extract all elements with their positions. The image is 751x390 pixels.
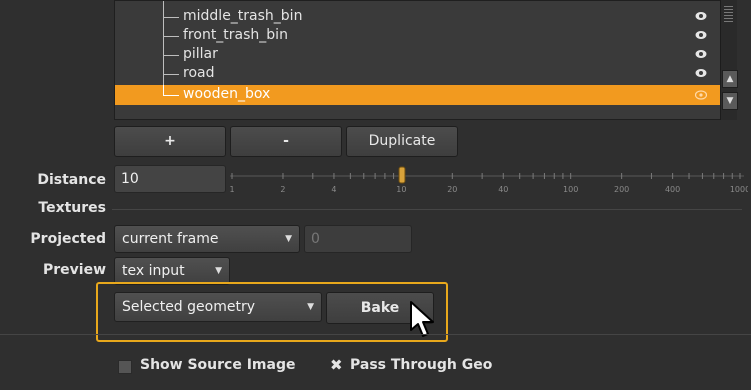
tree-connector	[163, 74, 179, 75]
projected-label: Projected	[30, 231, 106, 247]
tree-connector	[163, 55, 179, 56]
slider-tick-label: 200	[614, 185, 629, 194]
visibility-eye-icon[interactable]	[695, 68, 707, 78]
dropdown-arrow-icon: ▼	[307, 302, 314, 312]
visibility-eye-icon[interactable]	[695, 90, 707, 100]
list-item-label: wooden_box	[183, 86, 271, 102]
bake-geometry-dropdown[interactable]: Selected geometry ▼	[114, 292, 322, 322]
list-item-label: pillar	[183, 46, 218, 62]
visibility-eye-icon[interactable]	[695, 49, 707, 59]
pass-through-geo-checkbox[interactable]: ✖	[330, 356, 343, 374]
slider-tick-label: 100	[563, 185, 578, 194]
tree-connector	[163, 85, 164, 95]
distance-slider[interactable]: 1 2 4 10 20 40 100 200 400 1000	[228, 160, 748, 200]
slider-tick-label: 1	[229, 185, 234, 194]
slider-tick-label: 1000	[730, 185, 748, 194]
distance-label: Distance	[37, 172, 106, 188]
visibility-eye-icon[interactable]	[695, 30, 707, 40]
scroll-down-button[interactable]: ▼	[722, 92, 738, 110]
slider-tick-label: 20	[447, 185, 457, 194]
scroll-grip[interactable]	[724, 6, 733, 24]
projected-dropdown-value: current frame	[122, 231, 219, 247]
list-item[interactable]: middle_trash_bin	[115, 7, 727, 26]
slider-tick-label: 2	[280, 185, 285, 194]
tree-connector	[163, 95, 179, 96]
scroll-up-button[interactable]: ▲	[722, 70, 738, 88]
preview-dropdown-value: tex input	[122, 263, 185, 279]
list-item-selected[interactable]: wooden_box	[115, 85, 727, 105]
section-divider	[0, 334, 751, 335]
remove-button[interactable]: -	[230, 126, 342, 157]
dropdown-arrow-icon: ▼	[215, 266, 222, 276]
duplicate-button[interactable]: Duplicate	[346, 126, 458, 157]
list-item-label: front_trash_bin	[183, 27, 288, 43]
textures-section-label: Textures	[38, 200, 106, 216]
list-item[interactable]: road	[115, 64, 727, 83]
mouse-cursor-icon	[410, 301, 434, 337]
list-item[interactable]: front_trash_bin	[115, 26, 727, 45]
tree-connector	[163, 36, 179, 37]
geometry-list[interactable]: middle_trash_bin front_trash_bin pillar …	[114, 0, 728, 120]
visibility-eye-icon[interactable]	[695, 11, 707, 21]
preview-dropdown[interactable]: tex input ▼	[114, 257, 230, 285]
slider-handle[interactable]	[398, 166, 406, 184]
tree-connector	[163, 17, 179, 18]
list-item-label: road	[183, 65, 215, 81]
section-divider	[112, 209, 742, 210]
list-item-label: middle_trash_bin	[183, 8, 303, 24]
slider-tick-label: 40	[498, 185, 508, 194]
projected-frame-input[interactable]: 0	[304, 225, 412, 253]
slider-tick-label: 4	[331, 185, 336, 194]
add-button[interactable]: +	[114, 126, 226, 157]
distance-input[interactable]: 10	[114, 165, 226, 193]
list-item[interactable]: pillar	[115, 45, 727, 64]
show-source-image-label: Show Source Image	[140, 357, 296, 373]
projected-dropdown[interactable]: current frame ▼	[114, 225, 300, 253]
slider-tick-label: 10	[396, 185, 406, 194]
pass-through-geo-label: Pass Through Geo	[350, 357, 493, 373]
show-source-image-checkbox[interactable]	[118, 360, 132, 374]
preview-label: Preview	[42, 262, 106, 278]
list-scrollbar[interactable]: ▲ ▼	[720, 0, 738, 120]
slider-tick-label: 400	[665, 185, 680, 194]
dropdown-arrow-icon: ▼	[285, 234, 292, 244]
bake-geometry-dropdown-value: Selected geometry	[122, 299, 255, 315]
